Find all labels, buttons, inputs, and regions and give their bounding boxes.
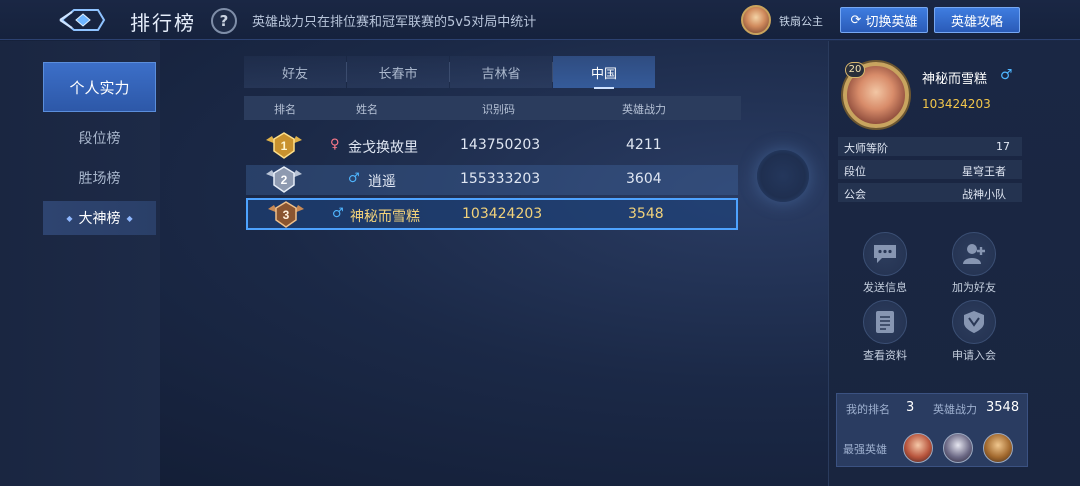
nav-item-wins-ranking[interactable]: 胜场榜 (43, 161, 156, 195)
my-power-value: 3548 (986, 400, 1020, 415)
diamond-icon: ◆ (66, 213, 73, 223)
diamond-icon: ◆ (126, 213, 133, 223)
player-name: 神秘而雪糕 (350, 209, 420, 225)
my-power-label: 英雄战力 (933, 403, 977, 416)
hero-power: 3604 (626, 171, 662, 187)
player-id: 155333203 (460, 171, 541, 187)
help-button[interactable]: ? (211, 8, 237, 34)
tab-country[interactable]: 中国 (553, 56, 655, 89)
my-rank-label: 我的排名 (846, 403, 890, 416)
hero-power: 4211 (626, 137, 662, 153)
message-icon (863, 232, 907, 276)
region-tabs: 好友 长春市 吉林省 中国 (244, 56, 741, 89)
apply-join-guild-button[interactable]: 申请入会 (939, 300, 1009, 370)
player-id: 143750203 (460, 137, 541, 153)
refresh-icon: ⟳ (850, 12, 862, 28)
switch-hero-label: 切换英雄 (865, 14, 918, 30)
best-hero-avatar[interactable] (983, 433, 1013, 463)
left-nav: 个人实力 段位榜 胜场榜 ◆ 大神榜 ◆ (0, 41, 160, 486)
player-id: 103424203 (462, 206, 543, 222)
hero-power: 3548 (628, 206, 664, 222)
gold-rank-icon: 1 (264, 132, 304, 160)
info-row-guild: 公会 战神小队 (838, 183, 1022, 202)
profile-doc-icon (863, 300, 907, 344)
view-profile-button[interactable]: 查看资料 (850, 300, 920, 370)
table-header: 排名 姓名 识别码 英雄战力 (244, 96, 741, 120)
female-icon: ♀ (330, 137, 340, 152)
add-friend-button[interactable]: 加为好友 (939, 232, 1009, 302)
info-value: 星穹王者 (962, 165, 1006, 178)
current-hero-name: 铁扇公主 (779, 15, 823, 28)
bronze-rank-icon: 3 (266, 201, 306, 229)
background-moon (757, 150, 809, 202)
my-rank-value: 3 (906, 400, 915, 415)
page-title: 排行榜 (130, 11, 196, 35)
info-value: 17 (996, 140, 1010, 153)
add-friend-icon (952, 232, 996, 276)
tab-friends[interactable]: 好友 (244, 56, 346, 88)
col-power-header: 英雄战力 (622, 103, 666, 116)
best-hero-avatar[interactable] (943, 433, 973, 463)
info-key: 公会 (844, 188, 866, 201)
nav-item-master-ranking[interactable]: ◆ 大神榜 ◆ (43, 201, 156, 235)
profile-id: 103424203 (922, 97, 991, 111)
best-heroes-label: 最强英雄 (843, 443, 887, 456)
info-value: 战神小队 (962, 188, 1006, 201)
table-row[interactable]: 2 ♂ 逍遥 155333203 3604 (246, 165, 738, 195)
nav-personal-strength[interactable]: 个人实力 (43, 62, 156, 112)
col-rank-header: 排名 (274, 103, 296, 116)
info-key: 大师等阶 (844, 142, 888, 155)
stats-notice: 英雄战力只在排位赛和冠军联赛的5v5对局中统计 (252, 15, 537, 30)
info-row-tier: 段位 星穹王者 (838, 160, 1022, 179)
male-icon: ♂ (348, 171, 360, 186)
tab-city[interactable]: 长春市 (347, 56, 449, 88)
nav-item-label: 大神榜 (78, 211, 121, 227)
col-name-header: 姓名 (356, 103, 378, 116)
send-message-button[interactable]: 发送信息 (850, 232, 920, 302)
action-label: 发送信息 (863, 281, 907, 294)
silver-rank-icon: 2 (264, 166, 304, 194)
info-key: 段位 (844, 165, 866, 178)
col-id-header: 识别码 (482, 103, 515, 116)
nav-item-tier-ranking[interactable]: 段位榜 (43, 121, 156, 155)
action-label: 申请入会 (952, 349, 996, 362)
best-hero-avatar[interactable] (903, 433, 933, 463)
male-icon: ♂ (1000, 67, 1013, 83)
info-row-master-level: 大师等阶 17 (838, 137, 1022, 156)
table-row-self[interactable]: 3 ♂ 神秘而雪糕 103424203 3548 (246, 198, 738, 230)
guild-shield-icon (952, 300, 996, 344)
tab-province[interactable]: 吉林省 (450, 56, 552, 88)
rank-number: 2 (281, 173, 288, 187)
level-badge: 20 (845, 62, 865, 78)
player-name: 逍遥 (368, 174, 396, 190)
switch-hero-button[interactable]: ⟳ 切换英雄 (840, 7, 928, 33)
profile-name: 神秘而雪糕 (922, 72, 988, 87)
action-label: 查看资料 (863, 349, 907, 362)
current-hero-avatar[interactable] (741, 5, 771, 35)
rank-number: 1 (281, 139, 288, 153)
table-row[interactable]: 1 ♀ 金戈换故里 143750203 4211 (246, 131, 738, 161)
male-icon: ♂ (332, 206, 344, 221)
top-bar: 排行榜 ? 英雄战力只在排位赛和冠军联赛的5v5对局中统计 铁扇公主 ⟳ 切换英… (0, 0, 1080, 40)
player-name: 金戈换故里 (348, 140, 418, 156)
action-label: 加为好友 (952, 281, 996, 294)
back-arrow-icon[interactable] (58, 6, 108, 34)
hero-guide-button[interactable]: 英雄攻略 (934, 7, 1020, 33)
rank-number: 3 (283, 208, 290, 222)
